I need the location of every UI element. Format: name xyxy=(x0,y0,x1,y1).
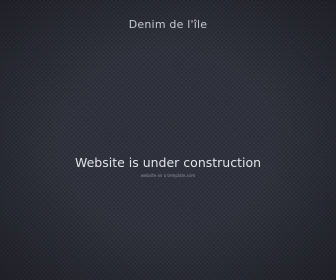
site-brand-title: Denim de l'île xyxy=(128,18,208,31)
construction-headline: Website is under construction xyxy=(74,155,262,170)
background-texture xyxy=(0,0,336,280)
construction-subline: website on a template.com xyxy=(140,173,196,178)
